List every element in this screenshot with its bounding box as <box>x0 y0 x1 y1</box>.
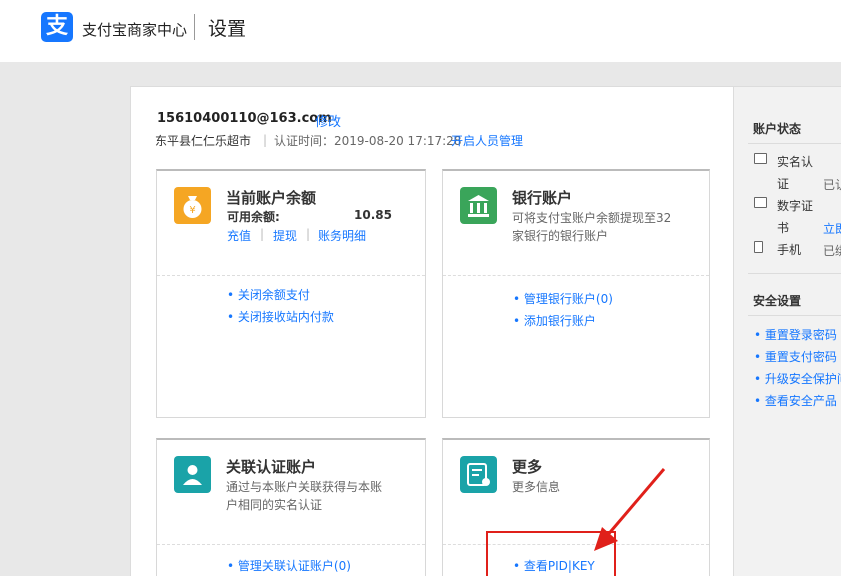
page-title: 设置 <box>208 18 247 40</box>
status-label: 手机 <box>777 243 802 257</box>
status-value: 已认 <box>823 178 841 192</box>
card-divider <box>157 275 425 276</box>
bank-icon <box>460 187 497 224</box>
account-details-link[interactable]: 账务明细 <box>318 227 366 244</box>
security-title: 安全设置 <box>753 294 802 308</box>
reset-pay-password-link[interactable]: 重置支付密码 <box>754 348 837 365</box>
status-value: 已绑 <box>823 244 841 258</box>
phone-icon <box>754 241 763 253</box>
action-divider: | <box>306 227 311 241</box>
status-item-realname: 实名认证 已认 <box>754 151 841 195</box>
action-divider: | <box>260 227 265 241</box>
card-divider <box>157 544 425 545</box>
sidebar-divider <box>748 273 841 274</box>
linked-title: 关联认证账户 <box>226 458 317 476</box>
linked-account-card: 关联认证账户 通过与本账户关联获得与本账户相同的实名认证 管理关联认证账户(0) <box>156 438 426 576</box>
account-email: 15610400110@163.com <box>157 111 332 126</box>
certificate-icon <box>754 197 767 208</box>
top-bar: 支 支付宝商家中心 设置 <box>0 0 841 62</box>
bank-desc: 可将支付宝账户余额提现至32家银行的银行账户 <box>512 211 672 243</box>
money-bag-icon: ¥ <box>174 187 211 224</box>
more-title: 更多 <box>512 458 543 476</box>
annotation-arrow-icon <box>594 468 666 551</box>
id-card-icon <box>754 153 767 164</box>
balance-card: ¥ 当前账户余额 可用余额: 10.85 充值 | 提现 | 账务明细 关闭余额… <box>156 169 426 418</box>
available-value: 10.85 <box>354 208 392 222</box>
card-divider <box>443 275 709 276</box>
alipay-logo-icon[interactable]: 支 <box>41 12 73 42</box>
shop-name: 东平县仁仁乐超市 <box>155 134 252 148</box>
bank-account-card: 银行账户 可将支付宝账户余额提现至32家银行的银行账户 管理银行账户(0) 添加… <box>442 169 710 418</box>
brand-name[interactable]: 支付宝商家中心 <box>82 19 187 40</box>
edit-link[interactable]: 修改 <box>315 111 341 130</box>
info-separator: | <box>263 133 268 147</box>
close-internal-payment-link[interactable]: 关闭接收站内付款 <box>227 308 334 325</box>
sidebar-divider <box>748 143 841 144</box>
header-divider <box>194 14 195 40</box>
account-status-title: 账户状态 <box>753 122 802 136</box>
close-balance-pay-link[interactable]: 关闭余额支付 <box>227 286 310 303</box>
view-security-products-link[interactable]: 查看安全产品 <box>754 392 837 409</box>
sidebar-divider <box>748 315 841 316</box>
available-label: 可用余额: <box>227 210 280 224</box>
settings-doc-icon <box>460 456 497 493</box>
bank-title: 银行账户 <box>512 189 573 207</box>
reset-login-password-link[interactable]: 重置登录密码 <box>754 326 837 343</box>
balance-title: 当前账户余额 <box>226 189 317 207</box>
status-label: 数字证书 <box>777 199 814 235</box>
status-label: 实名认证 <box>777 155 814 191</box>
linked-desc: 通过与本账户关联获得与本账户相同的实名认证 <box>226 480 383 512</box>
upgrade-security-link[interactable]: 升级安全保护问题 <box>754 370 841 387</box>
manage-bank-link[interactable]: 管理银行账户(0) <box>513 290 613 307</box>
right-sidebar: 账户状态 实名认证 已认 数字证书 立即 手机 已绑 安全设置 重置登录密码 重… <box>734 86 841 576</box>
manage-staff-link[interactable]: 开启人员管理 <box>451 132 523 149</box>
cert-time: 认证时间：2019-08-20 17:17:28 <box>274 134 462 148</box>
status-item-cert: 数字证书 立即 <box>754 195 841 239</box>
recharge-link[interactable]: 充值 <box>227 227 251 244</box>
user-card-icon <box>174 456 211 493</box>
withdraw-link[interactable]: 提现 <box>273 227 297 244</box>
activate-cert-link[interactable]: 立即 <box>823 220 841 237</box>
manage-linked-link[interactable]: 管理关联认证账户(0) <box>227 557 351 574</box>
svg-text:¥: ¥ <box>189 205 195 216</box>
status-item-phone: 手机 已绑 <box>754 239 841 261</box>
add-bank-link[interactable]: 添加银行账户 <box>513 312 596 329</box>
